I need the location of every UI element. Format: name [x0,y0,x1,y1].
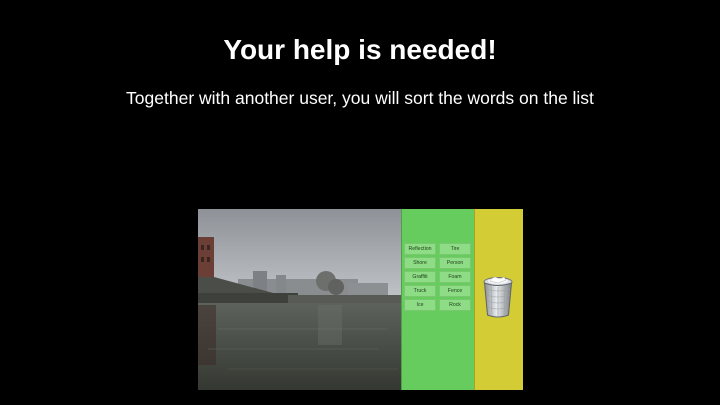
word-chip-ice[interactable]: Ice [404,299,436,311]
task-illustration: Reflection Tire Shore Person Graffiti Fo… [198,209,523,390]
word-chip-fence[interactable]: Fence [439,285,471,297]
slide-subtitle: Together with another user, you will sor… [126,88,594,108]
word-list-panel: Reflection Tire Shore Person Graffiti Fo… [401,209,474,390]
word-chip-rock[interactable]: Rock [439,299,471,311]
slide-title: Your help is needed! [223,34,497,65]
slide: Your help is needed! Together with anoth… [0,0,720,405]
trash-panel [474,209,523,390]
trash-can-icon[interactable] [482,275,514,319]
word-chip-person[interactable]: Person [439,257,471,269]
waterfront-photo [198,209,401,390]
word-chip-reflection[interactable]: Reflection [404,243,436,255]
word-chip-graffiti[interactable]: Graffiti [404,271,436,283]
word-chip-foam[interactable]: Foam [439,271,471,283]
word-list: Reflection Tire Shore Person Graffiti Fo… [404,243,471,311]
word-chip-tire[interactable]: Tire [439,243,471,255]
word-chip-shore[interactable]: Shore [404,257,436,269]
word-chip-truck[interactable]: Truck [404,285,436,297]
